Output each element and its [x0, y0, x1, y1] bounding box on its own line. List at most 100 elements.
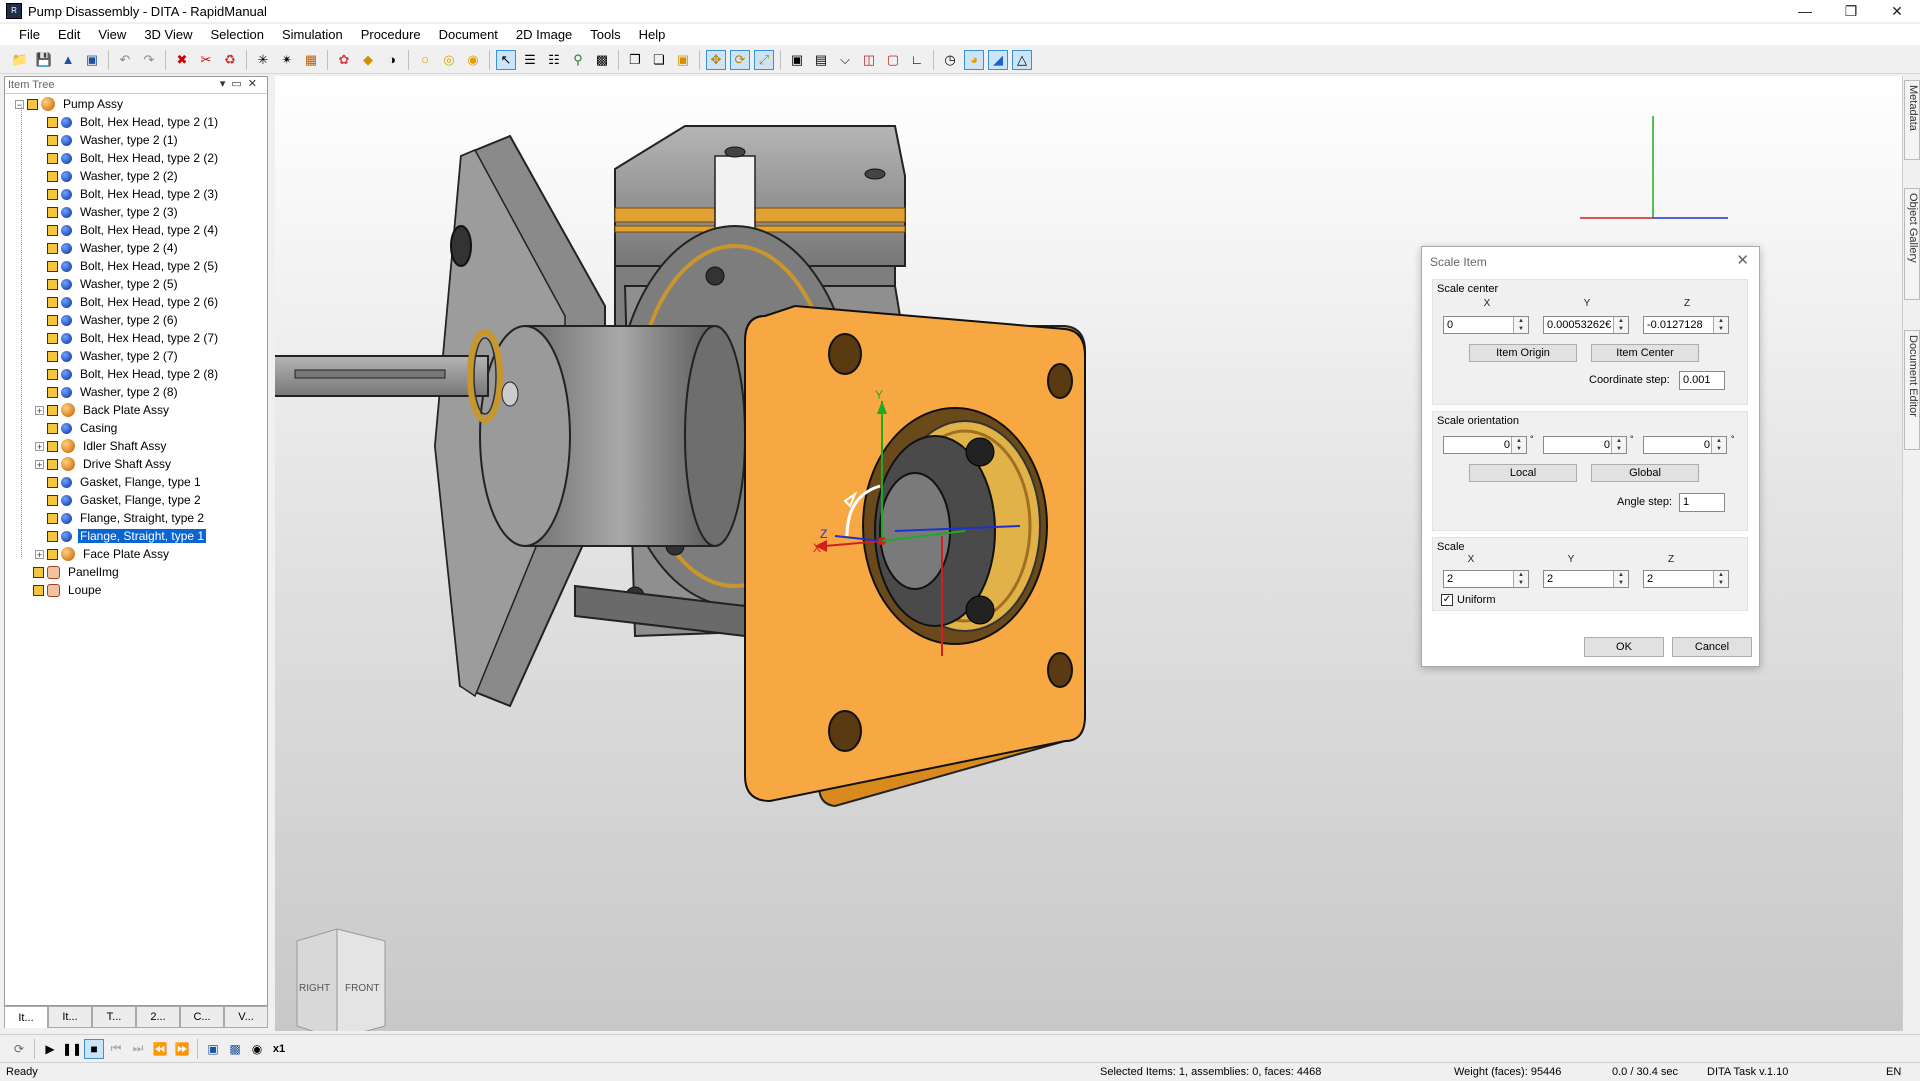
export-icon[interactable]: ▣	[82, 50, 102, 70]
center-y-input[interactable]: 0.00053262€ ▲ ▼	[1543, 316, 1629, 334]
tree-item-top[interactable]: PanelImg	[21, 563, 121, 581]
sphere-icon[interactable]: ◉	[463, 50, 483, 70]
visibility-checkbox[interactable]	[47, 170, 58, 182]
view-cube-icon[interactable]: △	[1012, 49, 1032, 70]
center-z-input[interactable]: -0.0127128 ▲ ▼	[1643, 316, 1729, 334]
box-icon[interactable]: ▣	[673, 50, 693, 70]
uniform-checkbox[interactable]: ✓	[1441, 594, 1453, 606]
tab-video[interactable]: V...	[224, 1006, 268, 1028]
visibility-checkbox[interactable]	[33, 566, 44, 578]
tab-object-gallery[interactable]: Object Gallery	[1904, 188, 1920, 300]
camera-keyframe-icon[interactable]: ▣	[203, 1039, 223, 1059]
panel-header-buttons[interactable]: ▾▭✕	[220, 77, 263, 90]
menu-help[interactable]: Help	[630, 24, 675, 45]
tree-item[interactable]: Washer, type 2 (4)	[35, 239, 180, 257]
tree-item[interactable]: Washer, type 2 (2)	[35, 167, 180, 185]
tree-item[interactable]: Bolt, Hex Head, type 2 (6)	[35, 293, 220, 311]
tree-item[interactable]: + Drive Shaft Assy	[35, 455, 173, 473]
tree-item[interactable]: Flange, Straight, type 2	[35, 509, 206, 527]
tree-item[interactable]: Bolt, Hex Head, type 2 (2)	[35, 149, 220, 167]
menu-simulation[interactable]: Simulation	[273, 24, 352, 45]
fit-view-icon[interactable]: ▤	[811, 50, 831, 70]
visibility-checkbox[interactable]	[47, 116, 58, 128]
tree-item[interactable]: Washer, type 2 (6)	[35, 311, 180, 329]
tab-item-tree[interactable]: It...	[4, 1006, 48, 1028]
explode-icon[interactable]: ✳	[253, 50, 273, 70]
record-icon[interactable]: ◉	[247, 1039, 267, 1059]
stop-icon[interactable]: ■	[84, 1038, 104, 1059]
orientation-c-input[interactable]: 0 ▲ ▼	[1643, 436, 1727, 454]
material-icon[interactable]: ◆	[358, 50, 378, 70]
expander-icon[interactable]: −	[15, 99, 24, 109]
section-icon[interactable]: ◫	[859, 50, 879, 70]
tree-item[interactable]: Bolt, Hex Head, type 2 (5)	[35, 257, 220, 275]
speed-label[interactable]: x1	[269, 1039, 289, 1059]
menu-file[interactable]: File	[10, 24, 49, 45]
tab-camera[interactable]: C...	[180, 1006, 224, 1028]
delete-icon[interactable]: ✖	[172, 50, 192, 70]
ground-icon[interactable]: ⌵	[835, 50, 855, 70]
tab-metadata[interactable]: Metadata	[1904, 80, 1920, 160]
cut-icon[interactable]: ✂	[196, 50, 216, 70]
tree-item-top[interactable]: Loupe	[21, 581, 103, 599]
visibility-checkbox[interactable]	[47, 530, 58, 542]
tree-item[interactable]: Gasket, Flange, type 1	[35, 473, 203, 491]
tab-2d[interactable]: 2...	[136, 1006, 180, 1028]
item-center-button[interactable]: Item Center	[1591, 344, 1699, 362]
wireframe-icon[interactable]: ◷	[940, 50, 960, 70]
pointer-icon[interactable]: ↖	[496, 49, 516, 70]
tree-item[interactable]: Gasket, Flange, type 2	[35, 491, 203, 509]
next-frame-icon[interactable]: ⏭	[128, 1039, 148, 1059]
menu-3d-view[interactable]: 3D View	[135, 24, 201, 45]
tree-item[interactable]: Bolt, Hex Head, type 2 (1)	[35, 113, 220, 131]
tree-item[interactable]: Washer, type 2 (7)	[35, 347, 180, 365]
shaded-icon[interactable]: ◕	[964, 49, 984, 70]
visibility-checkbox[interactable]	[27, 98, 38, 110]
select-tree-icon[interactable]: ☰	[520, 50, 540, 70]
visibility-checkbox[interactable]	[47, 476, 58, 488]
ok-button[interactable]: OK	[1584, 637, 1664, 657]
scale-x-input[interactable]: 2 ▲ ▼	[1443, 570, 1529, 588]
visibility-checkbox[interactable]	[47, 296, 58, 308]
visibility-checkbox[interactable]	[47, 512, 58, 524]
region-select-icon[interactable]: ▩	[592, 50, 612, 70]
tree-item[interactable]: + Idler Shaft Assy	[35, 437, 168, 455]
clip-icon[interactable]: ▢	[883, 50, 903, 70]
keyframe-icon[interactable]: ▩	[225, 1039, 245, 1059]
visibility-checkbox[interactable]	[47, 260, 58, 272]
menu-selection[interactable]: Selection	[202, 24, 273, 45]
tree-item[interactable]: Bolt, Hex Head, type 2 (7)	[35, 329, 220, 347]
tree-item[interactable]: + Back Plate Assy	[35, 401, 171, 419]
coordinate-step-input[interactable]: 0.001	[1679, 371, 1725, 390]
visibility-checkbox[interactable]	[47, 494, 58, 506]
menu-tools[interactable]: Tools	[581, 24, 629, 45]
tree-item[interactable]: Washer, type 2 (5)	[35, 275, 180, 293]
global-button[interactable]: Global	[1591, 464, 1699, 482]
tree-item[interactable]: Washer, type 2 (8)	[35, 383, 180, 401]
rotate-icon[interactable]: ⟳	[730, 49, 750, 70]
remove-icon[interactable]: ♻	[220, 50, 240, 70]
visibility-checkbox[interactable]	[47, 206, 58, 218]
local-button[interactable]: Local	[1469, 464, 1577, 482]
visibility-checkbox[interactable]	[47, 332, 58, 344]
visibility-checkbox[interactable]	[47, 224, 58, 236]
tree-item[interactable]: Washer, type 2 (1)	[35, 131, 180, 149]
expander-icon[interactable]: +	[35, 459, 44, 469]
sync-icon[interactable]: ⟳	[9, 1039, 29, 1059]
tree-item[interactable]: Flange, Straight, type 1	[35, 527, 207, 545]
menu-edit[interactable]: Edit	[49, 24, 89, 45]
rewind-icon[interactable]: ⏪	[150, 1039, 170, 1059]
undo-icon[interactable]: ↶	[115, 50, 135, 70]
navigation-cube[interactable]: RIGHT FRONT	[295, 921, 395, 1031]
scale-icon[interactable]: ⤢	[754, 49, 774, 70]
orientation-a-input[interactable]: 0 ▲ ▼	[1443, 436, 1527, 454]
visibility-checkbox[interactable]	[47, 278, 58, 290]
tree-item[interactable]: Bolt, Hex Head, type 2 (8)	[35, 365, 220, 383]
visibility-checkbox[interactable]	[47, 152, 58, 164]
shaded-edges-icon[interactable]: ◢	[988, 49, 1008, 70]
redo-icon[interactable]: ↷	[139, 50, 159, 70]
orientation-b-input[interactable]: 0 ▲ ▼	[1543, 436, 1627, 454]
angle-step-input[interactable]: 1	[1679, 493, 1725, 512]
frame-icon[interactable]: ▣	[787, 50, 807, 70]
close-button[interactable]: ✕	[1874, 0, 1920, 22]
